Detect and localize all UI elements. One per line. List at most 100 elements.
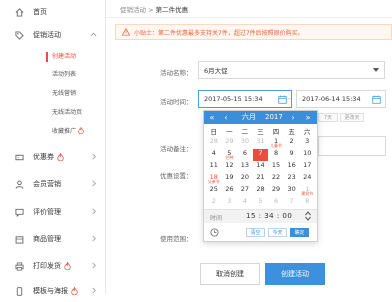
calendar-day[interactable]: 20	[237, 173, 253, 185]
calendar-day[interactable]: 8	[268, 149, 284, 161]
tip-text: 小贴士：第二件优惠最多支持关7件，超过7件后按照原价购买。	[134, 29, 304, 37]
caret-down-icon	[373, 68, 379, 72]
sidebar-item-label: 首页	[33, 8, 47, 16]
calendar-day[interactable]: 24	[299, 173, 315, 185]
calendar-day[interactable]: 8	[299, 197, 315, 209]
sidebar-subitem-wireless[interactable]: 无线营销	[52, 87, 76, 101]
calendar-day[interactable]: 14	[253, 161, 269, 173]
year-select[interactable]: 2017	[265, 111, 283, 124]
calendar-day[interactable]: 10	[299, 149, 315, 161]
calendar-day[interactable]: 13	[237, 161, 253, 173]
calendar-day[interactable]: 29	[222, 137, 238, 149]
calendar-day[interactable]: 5 芒种	[222, 149, 238, 161]
calendar-day[interactable]: 15	[268, 161, 284, 173]
calendar-day[interactable]: 23	[284, 173, 300, 185]
calendar-day-number: 11	[209, 161, 218, 169]
weekday-label: 六	[303, 128, 311, 136]
remark-input[interactable]	[318, 136, 386, 156]
calendar-day[interactable]: 16	[284, 161, 300, 173]
printer-icon	[15, 261, 24, 271]
chevron-right-icon	[92, 180, 96, 187]
calendar-day[interactable]: 11	[206, 161, 222, 173]
quick-range-button-3[interactable]: 更改天	[340, 113, 364, 122]
calendar-day[interactable]: 6	[268, 197, 284, 209]
calendar-day[interactable]: 1 建党节	[299, 185, 315, 197]
box-icon	[15, 235, 24, 244]
sidebar-item-review[interactable]: 评价管理	[0, 201, 105, 223]
calendar-day-number: 5	[258, 197, 263, 205]
chevron-up-icon	[90, 32, 97, 37]
time-value[interactable]: 15 : 34 : 00	[246, 212, 292, 220]
chevron-right-icon	[92, 287, 96, 294]
calendar-day[interactable]: 4	[237, 197, 253, 209]
calendar-day[interactable]: 27	[237, 185, 253, 197]
cancel-create-button[interactable]: 取消创建	[200, 263, 260, 285]
calendar-day[interactable]: 7	[284, 197, 300, 209]
prev-month-button[interactable]: ‹	[221, 111, 231, 124]
sidebar-item-goods[interactable]: 商品管理	[0, 228, 105, 250]
calendar-day[interactable]: 3	[222, 197, 238, 209]
calendar-day-number: 7	[258, 149, 263, 157]
calendar-day-number: 22	[271, 173, 281, 181]
calendar-day[interactable]: 28	[253, 185, 269, 197]
calendar-day-selected[interactable]: 7	[252, 149, 269, 161]
sidebar-item-member[interactable]: 会员营销	[0, 173, 105, 195]
calendar-day[interactable]: 26	[222, 185, 238, 197]
today-button[interactable]: 今天	[268, 228, 287, 237]
next-month-button[interactable]: ›	[288, 111, 298, 124]
time-label: 时间	[210, 215, 223, 222]
create-activity-button[interactable]: 创建活动	[265, 263, 325, 285]
prev-year-button[interactable]: «	[207, 111, 217, 124]
sidebar-subitem-wireless-page[interactable]: 无线活动页	[52, 106, 82, 120]
calendar-day-number: 4	[211, 149, 216, 157]
calendar-day-number: 16	[287, 161, 296, 169]
sidebar-item-promo[interactable]: 促销活动	[0, 24, 105, 46]
clock-icon[interactable]	[210, 228, 219, 237]
calendar-day[interactable]: 1 儿童节	[268, 137, 284, 149]
quick-range-button-2[interactable]: 7天	[318, 113, 338, 122]
next-year-button[interactable]: »	[303, 111, 313, 124]
calendar-day[interactable]: 18 父亲节	[206, 173, 222, 185]
calendar-day[interactable]: 29	[268, 185, 284, 197]
calendar-day[interactable]: 2	[206, 197, 222, 209]
calendar-day[interactable]: 25	[206, 185, 222, 197]
start-time-input[interactable]: 2017-05-15 15:34	[198, 90, 292, 108]
calendar-day[interactable]: 17	[299, 161, 315, 173]
calendar-day[interactable]: 22	[268, 173, 284, 185]
time-spinner-icon[interactable]	[305, 211, 311, 221]
discount-label: 优惠设置：	[160, 172, 193, 180]
month-select[interactable]: 六月	[242, 111, 256, 124]
sidebar-subitem-list[interactable]: 活动列表	[52, 68, 76, 82]
calendar-day[interactable]: 6	[237, 149, 253, 161]
calendar-day[interactable]: 2	[284, 137, 300, 149]
calendar-day-number: 20	[240, 173, 250, 181]
sidebar-item-mobile[interactable]: 模板与海报	[0, 280, 105, 302]
calendar-day[interactable]: 4	[206, 149, 222, 161]
breadcrumb-parent[interactable]: 促销活动	[120, 6, 146, 14]
calendar-day[interactable]: 5	[253, 197, 269, 209]
calendar-day[interactable]: 21	[253, 173, 269, 185]
calendar-day[interactable]: 30	[237, 137, 253, 149]
calendar-day[interactable]: 3	[299, 137, 315, 149]
sidebar-subitem-create[interactable]: 创建活动	[52, 50, 76, 64]
calendar-day[interactable]: 9	[284, 149, 300, 161]
calendar-day[interactable]: 31	[253, 137, 269, 149]
end-time-input[interactable]: 2017-06-14 15:34	[296, 90, 386, 108]
activity-name-select[interactable]: 6月大促	[198, 61, 385, 79]
calendar-icon[interactable]	[372, 95, 381, 104]
confirm-button[interactable]: 确定	[290, 228, 309, 237]
sidebar-item-coupon[interactable]: 优惠券	[0, 146, 105, 168]
calendar-icon[interactable]	[278, 95, 287, 104]
sidebar-item-label: 会员营销	[33, 180, 61, 188]
clear-button[interactable]: 清空	[246, 228, 265, 237]
sidebar-subitem-fav-promo[interactable]: 收藏推广	[52, 125, 84, 139]
calendar-day[interactable]: 12	[222, 161, 238, 173]
breadcrumb-current: 第二件优惠	[155, 6, 189, 14]
sidebar-item-print[interactable]: 打印发货	[0, 255, 105, 277]
calendar-day[interactable]: 19	[222, 173, 238, 185]
calendar-day-number: 8	[305, 197, 310, 205]
calendar-day[interactable]: 30	[284, 185, 300, 197]
coupon-icon	[15, 153, 24, 162]
calendar-day[interactable]: 28	[206, 137, 222, 149]
sidebar-item-home[interactable]: 首页	[0, 1, 105, 23]
